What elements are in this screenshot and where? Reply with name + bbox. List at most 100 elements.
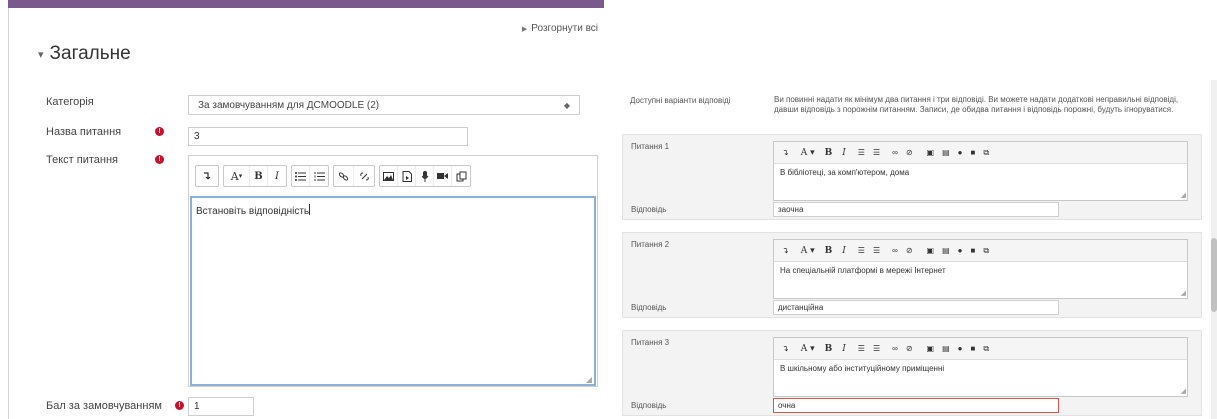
subquestion-editor: ↴ A ▾ B I ☰ ☰ ∞ ⊘ ▣ ▤ ● ■ ⧉ В шкільному …: [773, 337, 1188, 397]
toolbar-group-insert: [379, 165, 471, 187]
required-icon: !: [155, 155, 164, 164]
default-mark-input[interactable]: 1: [188, 397, 254, 416]
ordered-list-icon[interactable]: ☰: [873, 344, 880, 353]
media-icon[interactable]: ▤: [942, 344, 950, 353]
link-icon[interactable]: ∞: [892, 246, 898, 255]
editor-toolbar: A ▾ B I: [195, 165, 471, 187]
subquestion-editor: ↴ A ▾ B I ☰ ☰ ∞ ⊘ ▣ ▤ ● ■ ⧉ На спеціальн…: [773, 239, 1188, 299]
chevron-down-icon: ▾: [38, 48, 44, 61]
resize-handle-icon[interactable]: ◢: [1181, 387, 1186, 395]
manage-files-icon[interactable]: ⧉: [983, 246, 989, 256]
record-video-icon[interactable]: ■: [970, 344, 975, 353]
unlink-icon[interactable]: [354, 166, 374, 186]
editor-toolbar: ↴ A ▾ B I ☰ ☰ ∞ ⊘ ▣ ▤ ● ■ ⧉: [774, 142, 1187, 164]
dir-icon[interactable]: ↴: [782, 344, 789, 353]
ordered-list-icon[interactable]: [310, 166, 328, 186]
manage-files-icon[interactable]: ⧉: [983, 344, 989, 354]
subquestion-label: Питання 2: [631, 240, 670, 249]
subquestion-label: Питання 1: [631, 142, 670, 151]
unlink-icon[interactable]: ⊘: [906, 148, 913, 157]
link-icon[interactable]: ∞: [892, 148, 898, 157]
media-icon[interactable]: [398, 166, 416, 186]
question-text-label: Текст питання: [46, 154, 118, 166]
required-icon: !: [155, 127, 164, 136]
subquestion-text[interactable]: На спеціальній платформі в мережі Інтерн…: [774, 262, 1187, 279]
unordered-list-icon[interactable]: ☰: [858, 246, 865, 255]
resize-handle-icon[interactable]: ◢: [1181, 191, 1186, 199]
image-icon[interactable]: ▣: [927, 344, 935, 353]
record-video-icon[interactable]: ■: [970, 246, 975, 255]
bold-icon[interactable]: B: [825, 246, 833, 256]
subquestion-editor: ↴ A ▾ B I ☰ ☰ ∞ ⊘ ▣ ▤ ● ■ ⧉ В бібліотеці…: [773, 141, 1188, 201]
toolbar-group-lists: [291, 165, 329, 187]
italic-icon[interactable]: I: [842, 246, 846, 256]
category-select[interactable]: За замовчуванням для ДСMOODLE (2) ◆: [188, 95, 580, 115]
record-video-icon[interactable]: ■: [970, 148, 975, 157]
record-audio-icon[interactable]: ●: [958, 148, 963, 157]
question-name-label: Назва питання: [46, 126, 122, 138]
answer-input-1[interactable]: заочна: [773, 202, 1059, 217]
image-icon[interactable]: ▣: [927, 148, 935, 157]
unordered-list-icon[interactable]: ☰: [858, 344, 865, 353]
ordered-list-icon[interactable]: ☰: [873, 148, 880, 157]
text-caret: [309, 204, 311, 215]
font-color-icon[interactable]: A ▾: [801, 246, 815, 256]
unlink-icon[interactable]: ⊘: [906, 246, 913, 255]
answer-label: Відповідь: [631, 401, 667, 410]
font-color-icon[interactable]: A ▾: [224, 166, 250, 186]
bold-icon[interactable]: B: [250, 166, 268, 186]
font-color-icon[interactable]: A ▾: [801, 344, 815, 354]
unlink-icon[interactable]: ⊘: [906, 344, 913, 353]
question-text-editor: A ▾ B I Встановіть відповідність ◢: [188, 155, 598, 387]
section-general-header[interactable]: ▾ Загальне: [38, 43, 131, 65]
answer-label: Відповідь: [631, 303, 667, 312]
record-audio-icon[interactable]: ●: [958, 246, 963, 255]
question-text-content: Встановіть відповідність: [196, 206, 310, 217]
category-label: Категорія: [46, 96, 94, 108]
record-audio-icon[interactable]: [416, 166, 434, 186]
bold-icon[interactable]: B: [825, 344, 833, 354]
question-name-input[interactable]: 3: [188, 127, 468, 146]
matching-choices-panel: Доступні варіанти відповіді Ви повинні н…: [604, 0, 1217, 419]
record-video-icon[interactable]: [434, 166, 452, 186]
media-icon[interactable]: ▤: [942, 148, 950, 157]
subquestion-label: Питання 3: [631, 338, 670, 347]
required-icon: !: [175, 401, 184, 410]
expand-all-link[interactable]: ▶ Розгорнути всі: [522, 23, 598, 34]
dir-icon[interactable]: ↴: [782, 246, 789, 255]
link-icon[interactable]: ∞: [892, 344, 898, 353]
link-icon[interactable]: [334, 166, 354, 186]
unordered-list-icon[interactable]: [292, 166, 310, 186]
media-icon[interactable]: ▤: [942, 246, 950, 255]
subquestion-card-1: Питання 1 ↴ A ▾ B I ☰ ☰ ∞ ⊘ ▣ ▤ ● ■ ⧉ В …: [622, 134, 1202, 220]
resize-handle-icon[interactable]: ◢: [586, 375, 592, 384]
left-divider: [8, 8, 9, 419]
ordered-list-icon[interactable]: ☰: [873, 246, 880, 255]
bold-icon[interactable]: B: [825, 148, 833, 158]
unordered-list-icon[interactable]: ☰: [858, 148, 865, 157]
image-icon[interactable]: ▣: [927, 246, 935, 255]
subquestion-text[interactable]: В шкільному або інституційному приміщенн…: [774, 360, 1187, 377]
dir-icon[interactable]: ↴: [782, 148, 789, 157]
answer-label: Відповідь: [631, 205, 667, 214]
answer-input-3[interactable]: очна: [773, 398, 1059, 413]
default-mark-label: Бал за замовчуванням: [46, 400, 162, 412]
resize-handle-icon[interactable]: ◢: [1181, 289, 1186, 297]
subquestion-text[interactable]: В бібліотеці, за комп'ютером, дома: [774, 164, 1187, 181]
dir-icon[interactable]: [196, 166, 218, 186]
section-title: Загальне: [49, 43, 131, 64]
manage-files-icon[interactable]: ⧉: [983, 148, 989, 158]
record-audio-icon[interactable]: ●: [958, 344, 963, 353]
italic-icon[interactable]: I: [842, 148, 846, 158]
scrollbar-thumb[interactable]: [1211, 238, 1217, 312]
font-color-icon[interactable]: A ▾: [801, 148, 815, 158]
italic-icon[interactable]: I: [842, 344, 846, 354]
italic-icon[interactable]: I: [268, 166, 286, 186]
manage-files-icon[interactable]: [452, 166, 470, 186]
available-choices-label: Доступні варіанти відповіді: [630, 96, 731, 105]
instructions-text: Ви повинні надати як мінімум два питання…: [774, 95, 1179, 114]
answer-input-2[interactable]: дистанційна: [773, 300, 1059, 315]
top-header-bar: [8, 0, 604, 8]
question-text-area[interactable]: Встановіть відповідність ◢: [190, 196, 596, 386]
image-icon[interactable]: [380, 166, 398, 186]
